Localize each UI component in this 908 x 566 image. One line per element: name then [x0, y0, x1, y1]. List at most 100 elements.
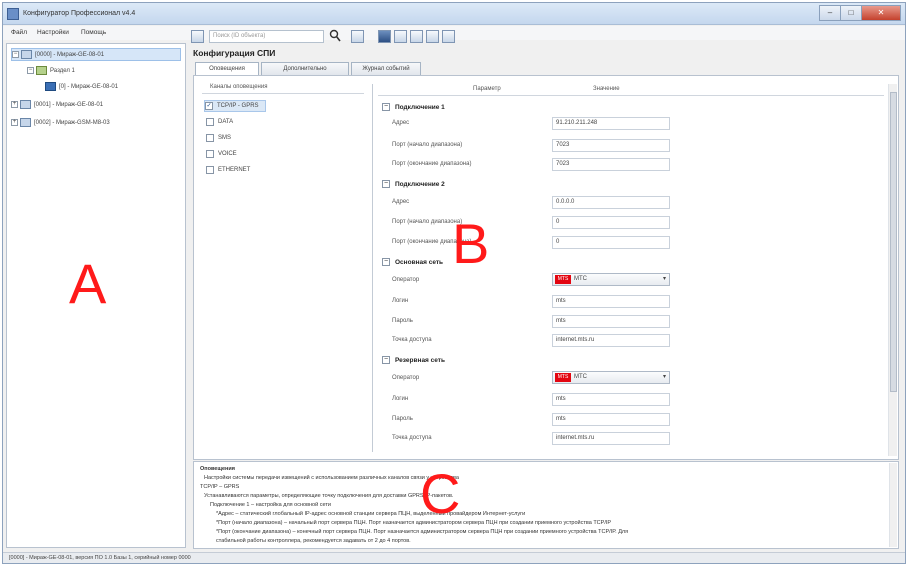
param-label: Оператор	[392, 277, 420, 283]
channel-checkbox[interactable]	[206, 118, 214, 126]
tree-item-0000[interactable]: − [0000] - Мираж-GE-08-01	[11, 48, 181, 61]
read-icon[interactable]	[410, 30, 423, 43]
save-as-icon[interactable]	[394, 30, 407, 43]
tab-event-log[interactable]: Журнал событий	[351, 62, 421, 75]
port-end-field[interactable]: 7023	[552, 158, 670, 171]
window-title: Конфигуратор Профессионал v4.4	[23, 10, 136, 17]
collapse-icon[interactable]: −	[382, 103, 390, 111]
port-end-field[interactable]: 0	[552, 236, 670, 249]
tree-item-label: [0002] - Мираж-GSM-M8-03	[34, 119, 110, 126]
param-label: Адрес	[392, 120, 410, 126]
collapse-icon[interactable]: −	[382, 356, 390, 364]
channel-sms[interactable]: SMS	[206, 132, 231, 144]
expand-icon[interactable]: +	[11, 101, 18, 108]
description-line: *Порт (окончание диапазона) – конечный п…	[216, 529, 629, 535]
device-icon	[45, 82, 56, 91]
group-backup-network[interactable]: − Резервная сеть	[382, 354, 445, 366]
channel-voice[interactable]: VOICE	[206, 148, 237, 160]
channel-checkbox[interactable]	[206, 150, 214, 158]
param-label: Адрес	[392, 199, 410, 205]
refresh-icon[interactable]	[442, 30, 455, 43]
port-start-field[interactable]: 0	[552, 216, 670, 229]
menu-help[interactable]: Помощь	[81, 29, 106, 36]
status-bar: [0000] - Мираж-GE-08-01, версия ПО 1.0 Б…	[3, 552, 905, 563]
apn-field[interactable]: internet.mts.ru	[552, 432, 670, 445]
operator-select[interactable]: MTS МТС ▾	[552, 371, 670, 384]
param-label: Пароль	[392, 416, 413, 422]
close-button[interactable]: ✕	[861, 5, 901, 21]
expand-icon[interactable]: +	[11, 119, 18, 126]
tree-item-label: [0000] - Мираж-GE-08-01	[35, 51, 105, 58]
collapse-icon[interactable]: −	[382, 258, 390, 266]
panel-divider	[372, 84, 373, 452]
channel-checkbox[interactable]	[206, 166, 214, 174]
vertical-scrollbar[interactable]	[888, 84, 897, 456]
connect-icon[interactable]	[351, 30, 364, 43]
port-start-field[interactable]: 7023	[552, 139, 670, 152]
section-icon	[36, 66, 47, 75]
apn-field[interactable]: internet.mts.ru	[552, 334, 670, 347]
login-field[interactable]: mts	[552, 295, 670, 308]
address-field[interactable]: 0.0.0.0	[552, 196, 670, 209]
channel-checkbox[interactable]: ✓	[205, 102, 213, 110]
description-line: Устанавливаются параметры, определяющие …	[204, 493, 454, 499]
param-label: Логин	[392, 298, 409, 304]
channel-tcpip-gprs[interactable]: ✓ TCP/IP - GPRS	[204, 100, 266, 112]
group-connection-1[interactable]: − Подключение 1	[382, 101, 445, 113]
tab-advanced[interactable]: Дополнительно	[261, 62, 349, 75]
tree-item-section-1[interactable]: − Раздел 1	[27, 64, 75, 77]
toolbar: Поиск (ID объекта)	[191, 28, 481, 46]
vertical-scrollbar[interactable]	[889, 463, 897, 547]
mts-logo: MTS	[555, 373, 571, 382]
channel-label: ETHERNET	[218, 167, 251, 173]
chevron-down-icon: ▾	[662, 276, 666, 282]
channel-label: VOICE	[218, 151, 237, 157]
menu-file[interactable]: Файл	[11, 29, 27, 36]
login-field[interactable]: mts	[552, 393, 670, 406]
param-label: Точка доступа	[392, 337, 432, 343]
group-title: Подключение 2	[395, 180, 445, 188]
group-title: Основная сеть	[395, 258, 444, 266]
channel-label: DATA	[218, 119, 234, 125]
operator-select[interactable]: MTS МТС ▾	[552, 273, 670, 286]
collapse-icon[interactable]: −	[27, 67, 34, 74]
collapse-icon[interactable]: −	[12, 51, 19, 58]
chevron-down-icon: ▾	[662, 374, 666, 380]
maximize-button[interactable]: □	[840, 5, 862, 21]
gear-icon[interactable]	[191, 30, 204, 43]
channel-ethernet[interactable]: ETHERNET	[206, 164, 250, 176]
description-line: Оповещения	[200, 466, 235, 472]
description-line: TCP/IP – GPRS	[200, 484, 240, 490]
minimize-button[interactable]: –	[819, 5, 841, 21]
device-group-icon	[20, 100, 31, 109]
tree-item-device-0[interactable]: [0] - Мираж-GE-08-01	[45, 80, 118, 93]
channel-checkbox[interactable]	[206, 134, 214, 142]
device-group-icon	[21, 50, 32, 59]
operator-value: МТС	[574, 374, 587, 380]
scrollbar-thumb[interactable]	[890, 92, 897, 392]
group-main-network[interactable]: − Основная сеть	[382, 256, 443, 268]
channel-data[interactable]: DATA	[206, 116, 233, 128]
address-field[interactable]: 91.210.211.248	[552, 117, 670, 130]
collapse-icon[interactable]: −	[382, 180, 390, 188]
tree-item-0002[interactable]: + [0002] - Мираж-GSM-M8-03	[11, 116, 110, 129]
search-icon[interactable]	[329, 29, 341, 43]
channel-label: SMS	[218, 135, 232, 141]
group-connection-2[interactable]: − Подключение 2	[382, 178, 445, 190]
tree-item-0001[interactable]: + [0001] - Мираж-GE-08-01	[11, 98, 103, 111]
tree-item-label: [0001] - Мираж-GE-08-01	[34, 101, 104, 108]
description-line: *Порт (начало диапазона) – начальный пор…	[216, 520, 612, 526]
param-label: Пароль	[392, 318, 413, 324]
description-line: Подключение 1 – настройка для основной с…	[210, 502, 331, 508]
save-icon[interactable]	[378, 30, 391, 43]
tab-notifications[interactable]: Оповещения	[195, 62, 259, 76]
password-field[interactable]: mts	[552, 413, 670, 426]
search-input[interactable]: Поиск (ID объекта)	[209, 30, 324, 43]
password-field[interactable]: mts	[552, 315, 670, 328]
write-icon[interactable]	[426, 30, 439, 43]
menu-settings[interactable]: Настройки	[37, 29, 69, 36]
device-tree-panel: − [0000] - Мираж-GE-08-01 − Раздел 1 [0]…	[6, 43, 186, 548]
tree-item-label: [0] - Мираж-GE-08-01	[59, 83, 119, 90]
description-line: *Адрес – статический глобальный IP-адрес…	[216, 511, 526, 517]
channel-label: TCP/IP - GPRS	[217, 103, 259, 109]
